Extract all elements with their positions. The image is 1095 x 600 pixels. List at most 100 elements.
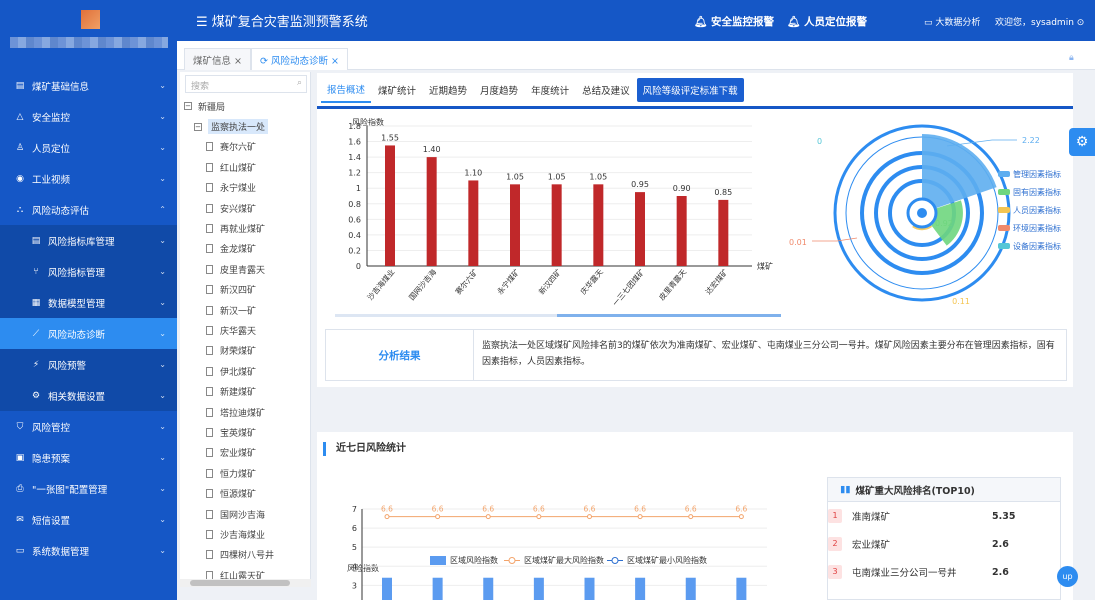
security-alarm-link[interactable]: 🔔︎ 安全监控报警: [694, 14, 774, 29]
subtab-3[interactable]: 月度趋势: [474, 78, 524, 102]
subtab-2[interactable]: 近期趋势: [423, 78, 473, 102]
x-axis-title: 煤矿: [757, 261, 773, 271]
file-icon: [206, 346, 213, 356]
rank-row[interactable]: 1 准南煤矿 5.35: [828, 502, 1060, 530]
tree-leaf[interactable]: 金龙煤矿: [180, 239, 310, 259]
file-icon: [206, 325, 213, 335]
tab-risk-diagnosis[interactable]: ⟳ 风险动态诊断 ×: [251, 48, 349, 70]
tree-leaf[interactable]: 新建煤矿: [180, 381, 310, 401]
tree-leaf[interactable]: 再就业煤矿: [180, 218, 310, 238]
tree-leaf[interactable]: 国网沙吉海: [180, 504, 310, 524]
chevron-icon: ⌄: [159, 298, 166, 307]
subtab-1[interactable]: 煤矿统计: [372, 78, 422, 102]
max-value-label: 6.6: [533, 505, 545, 514]
tree-leaf[interactable]: 宏业煤矿: [180, 443, 310, 463]
tree-leaf[interactable]: 财荣煤矿: [180, 341, 310, 361]
tree-leaf[interactable]: 宝英煤矿: [180, 422, 310, 442]
sidebar-item-2[interactable]: ♙ 人员定位 ⌄: [0, 132, 177, 163]
tree-leaf[interactable]: 永宁煤业: [180, 178, 310, 198]
y-tick-label: 0: [356, 262, 361, 271]
menu-icon: ♙: [15, 142, 25, 153]
subtab-5[interactable]: 总结及建议: [576, 78, 636, 102]
tab-mine-info[interactable]: 煤矿信息 ×: [184, 48, 252, 70]
chevron-icon: ⌄: [159, 546, 166, 555]
scroll-up-button[interactable]: up: [1057, 566, 1078, 587]
report-subtabs: 报告概述 煤矿统计 近期趋势 月度趋势 年度统计 总结及建议 风险等级评定标准下载: [317, 73, 1073, 109]
sidebar-item2-4[interactable]: ▭ 系统数据管理 ⌄: [0, 535, 177, 566]
rank-row[interactable]: 3 屯南煤业三分公司一号井 2.6: [828, 558, 1060, 586]
chevron-icon: ⌄: [159, 143, 166, 152]
sidebar-item-3[interactable]: ◉ 工业视频 ⌄: [0, 163, 177, 194]
sidebar-item2-0[interactable]: ⛉ 风险管控 ⌄: [0, 411, 177, 442]
tree-leaf[interactable]: 赛尔六矿: [180, 137, 310, 157]
sidebar-subitem-0[interactable]: ▤ 风险指标库管理 ⌄: [0, 225, 177, 256]
monitor-icon: ▭: [924, 18, 933, 28]
tree-leaf[interactable]: 塔拉迪煤矿: [180, 402, 310, 422]
tree-leaf[interactable]: 红山煤矿: [180, 157, 310, 177]
max-point: [435, 514, 441, 520]
tree-leaf[interactable]: 沙吉海煤业: [180, 524, 310, 544]
section-title: 近七日风险统计: [323, 442, 406, 456]
tree-branch[interactable]: − 监察执法一处: [180, 116, 310, 136]
bell-icon: 🔔︎: [694, 16, 708, 28]
rank-row[interactable]: 2 宏业煤矿 2.6: [828, 530, 1060, 558]
bar: [584, 577, 595, 600]
bar-value-label: 0.85: [714, 188, 732, 197]
sidebar-item2-2[interactable]: ⎙ "一张图"配置管理 ⌄: [0, 473, 177, 504]
tree-root[interactable]: − 新疆局: [180, 96, 310, 116]
close-icon[interactable]: ×: [331, 56, 339, 67]
subtab-4[interactable]: 年度统计: [525, 78, 575, 102]
subtab-6[interactable]: 风险等级评定标准下载: [636, 77, 744, 102]
settings-gear-icon[interactable]: ⚙: [1069, 128, 1095, 156]
tree-leaf[interactable]: 皮里青露天: [180, 259, 310, 279]
sidebar-item-0[interactable]: ▤ 煤矿基础信息 ⌄: [0, 70, 177, 101]
x-tick-label: 永宁煤矿: [495, 266, 522, 296]
chevron-icon: ⌄: [159, 329, 166, 338]
sidebar-item-1[interactable]: △ 安全监控 ⌄: [0, 101, 177, 132]
file-icon: [206, 489, 213, 499]
legend-label: 区域风险指数: [450, 555, 498, 565]
tree-leaf[interactable]: 恒源煤矿: [180, 483, 310, 503]
tree-search-input[interactable]: 搜索 ⌕: [185, 75, 307, 93]
tree-leaf[interactable]: 新汉一矿: [180, 300, 310, 320]
menu-icon: ⟋: [32, 328, 40, 339]
chart-scrollbar[interactable]: [335, 314, 781, 317]
sidebar-item-4[interactable]: ⛬ 风险动态评估 ⌃: [0, 194, 177, 225]
sidebar-subitem-1[interactable]: ⑂ 风险指标管理 ⌄: [0, 256, 177, 287]
collapse-icon[interactable]: −: [194, 122, 202, 131]
sidebar-subitem-4[interactable]: ⚡ 风险预警 ⌄: [0, 349, 177, 380]
file-icon: [206, 366, 213, 376]
sidebar-item2-1[interactable]: ▣ 隐患预案 ⌄: [0, 442, 177, 473]
tree-leaf[interactable]: 四棵树八号井: [180, 545, 310, 565]
user-welcome[interactable]: 欢迎您，sysadmin ⊙: [995, 15, 1084, 28]
personnel-alarm-link[interactable]: 🔔︎ 人员定位报警: [787, 14, 867, 29]
lock-icon[interactable]: 🔒︎: [1069, 53, 1079, 63]
file-icon: [206, 264, 213, 274]
chevron-icon: ⌄: [159, 174, 166, 183]
legend-label: 区域煤矿最大风险指数: [524, 555, 604, 565]
menu-toggle-icon[interactable]: ☰: [196, 15, 208, 30]
tree-leaf[interactable]: 安兴煤矿: [180, 198, 310, 218]
menu-icon: ◉: [16, 173, 24, 184]
close-icon[interactable]: ×: [234, 56, 242, 67]
slice-value-label: 2.22: [1022, 136, 1040, 145]
rank-name: 宏业煤矿: [852, 540, 891, 551]
user-settings-icon[interactable]: ⊙: [1077, 18, 1085, 28]
bigdata-link[interactable]: ▭ 大数据分析: [924, 15, 980, 28]
tree-leaf[interactable]: 庆华露天: [180, 320, 310, 340]
collapse-icon[interactable]: −: [184, 102, 192, 111]
sidebar-subitem-2[interactable]: ▦ 数据模型管理 ⌄: [0, 287, 177, 318]
slice-value-label: 0.01: [789, 238, 807, 247]
bar: [533, 577, 544, 600]
sidebar-item2-3[interactable]: ✉ 短信设置 ⌄: [0, 504, 177, 535]
tree-leaf[interactable]: 恒力煤矿: [180, 463, 310, 483]
legend-swatch: [998, 189, 1010, 195]
sidebar-subitem-3[interactable]: ⟋ 风险动态诊断 ⌄: [0, 318, 177, 349]
sidebar-subitem-5[interactable]: ⚙ 相关数据设置 ⌄: [0, 380, 177, 411]
tree-leaf[interactable]: 新汉四矿: [180, 280, 310, 300]
bar-chart-icon: ▮▮: [840, 484, 851, 495]
tree-scrollbar[interactable]: [180, 579, 311, 587]
subtab-0[interactable]: 报告概述: [321, 77, 372, 103]
tree-leaf[interactable]: 伊北煤矿: [180, 361, 310, 381]
menu-icon: ▭: [15, 545, 25, 556]
